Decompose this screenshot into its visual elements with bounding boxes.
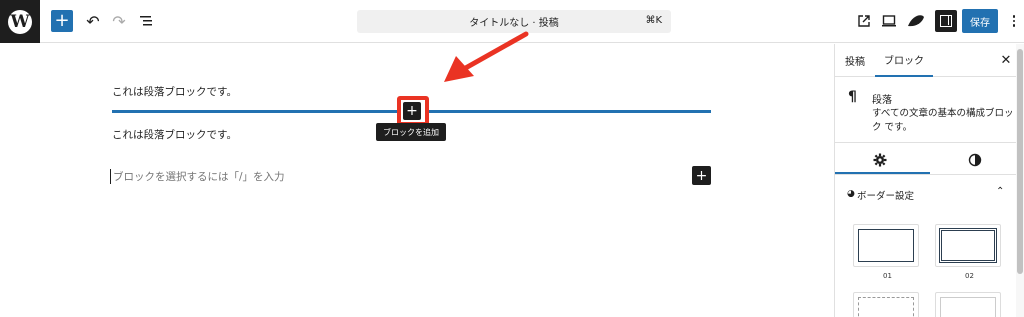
undo-button[interactable]: ↶	[81, 9, 105, 33]
border-settings-panel-toggle[interactable]: ◕ ボーダー設定 ⌃	[835, 183, 1024, 207]
command-shortcut: ⌘K	[645, 15, 662, 26]
append-block-button[interactable]: +	[692, 166, 711, 185]
divider	[835, 174, 1024, 175]
options-menu-button[interactable]	[1006, 9, 1022, 33]
editor-canvas: これは段落ブロックです。 + ブロックを追加 これは段落ブロックです。 ブロック…	[0, 31, 834, 317]
external-link-icon	[858, 15, 870, 27]
chevron-up-icon: ⌃	[996, 186, 1005, 197]
tab-block[interactable]: ブロック	[875, 44, 933, 77]
sidebar-scrollbar[interactable]	[1016, 44, 1024, 317]
block-inserter-toggle-button[interactable]: +	[51, 10, 73, 32]
border-icon: ◕	[847, 189, 855, 199]
settings-sidebar-toggle[interactable]	[935, 10, 957, 32]
inline-block-inserter-button[interactable]: +	[403, 102, 421, 120]
sidebar-icon	[940, 15, 952, 27]
contrast-icon	[968, 153, 982, 167]
style-option-label: 01	[883, 272, 892, 280]
style-option-label: 02	[965, 272, 974, 280]
border-style-option[interactable]	[935, 224, 1001, 267]
redo-icon: ↷	[112, 11, 126, 31]
gear-icon	[873, 153, 887, 167]
block-card-title: 段落	[872, 95, 892, 106]
border-style-option[interactable]	[853, 224, 919, 267]
close-sidebar-button[interactable]: ✕	[999, 52, 1013, 68]
inserter-tooltip: ブロックを追加	[376, 123, 446, 141]
default-block-appender[interactable]: ブロックを選択するには「/」を入力	[110, 169, 285, 184]
paragraph-block[interactable]: これは段落ブロックです。	[112, 127, 237, 142]
styles-icon	[908, 15, 924, 27]
annotation-arrow	[444, 31, 529, 82]
device-preview-button[interactable]	[877, 9, 901, 33]
border-style-option[interactable]	[853, 292, 919, 317]
document-title: タイトルなし · 投稿	[469, 18, 559, 29]
tab-post[interactable]: 投稿	[845, 44, 865, 77]
view-post-button[interactable]	[852, 9, 876, 33]
undo-icon: ↶	[86, 11, 100, 31]
list-view-button[interactable]	[135, 9, 159, 33]
panel-title: ボーダー設定	[857, 191, 915, 202]
desktop-icon	[882, 15, 896, 27]
list-view-icon	[140, 16, 152, 26]
sidebar-tabs: 投稿 ブロック ✕	[835, 44, 1024, 77]
settings-sidebar: 投稿 ブロック ✕ ¶ 段落 すべての文章の基本の構成ブロック です。 ◕ ボー…	[834, 44, 1024, 317]
tab-settings[interactable]	[860, 151, 900, 169]
close-icon: ✕	[1000, 52, 1012, 68]
paragraph-icon: ¶	[848, 89, 857, 105]
block-card-description: すべての文章の基本の構成ブロック です。	[872, 108, 1014, 133]
save-button[interactable]: 保存	[962, 9, 998, 33]
wordpress-logo-button[interactable]: W	[0, 0, 40, 43]
redo-button[interactable]: ↷	[107, 9, 131, 33]
border-style-option[interactable]	[935, 292, 1001, 317]
paragraph-block[interactable]: これは段落ブロックです。	[112, 84, 237, 99]
wordpress-logo-icon: W	[8, 9, 32, 34]
scrollbar-thumb[interactable]	[1017, 49, 1023, 274]
styles-button[interactable]	[904, 9, 928, 33]
tab-styles[interactable]	[955, 151, 995, 169]
divider	[835, 142, 1024, 143]
